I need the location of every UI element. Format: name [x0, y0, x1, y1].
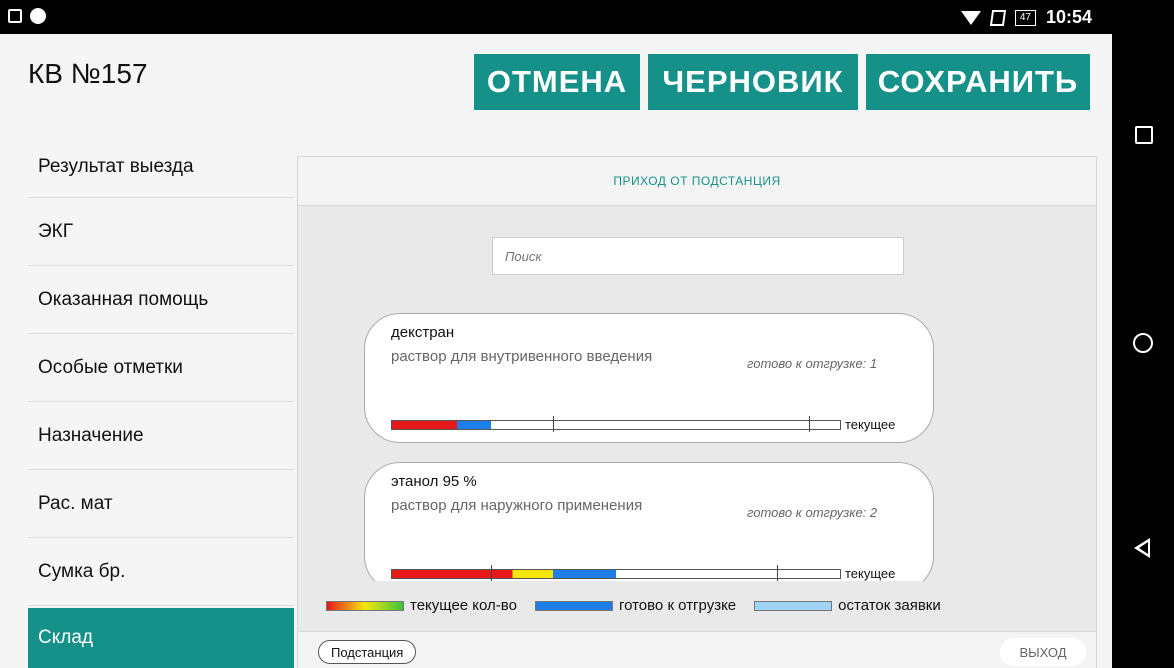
sidebar-item-bag[interactable]: Сумка бр. [28, 538, 294, 606]
item-description: раствор для внутривенного введения [391, 348, 653, 365]
item-ready-count: готово к отгрузке: 2 [747, 505, 878, 520]
ready-segment [457, 421, 491, 429]
item-description: раствор для наружного применения [391, 497, 643, 514]
sidebar-item-label: ЭКГ [38, 220, 74, 242]
item-ready-count: готово к отгрузке: 1 [747, 356, 878, 371]
dot-notification-icon [30, 8, 46, 24]
sidebar-item-warehouse[interactable]: Склад [28, 608, 294, 668]
panel-footer: Подстанция ВЫХОД [298, 631, 1096, 668]
bar-marker [809, 416, 810, 432]
legend-current-label: текущее кол-во [410, 597, 517, 614]
search-input[interactable] [492, 237, 904, 275]
cancel-button[interactable]: ОТМЕНА [474, 54, 640, 110]
sidebar: Результат выезда ЭКГ Оказанная помощь Ос… [28, 136, 294, 668]
item-list[interactable]: декстран раствор для внутривенного введе… [298, 297, 1096, 581]
stock-bar [391, 416, 841, 432]
sidebar-item-label: Особые отметки [38, 356, 183, 378]
status-bar: 47 10:54 [0, 0, 1112, 34]
sidebar-item-label: Рас. мат [38, 492, 113, 514]
substation-button[interactable]: Подстанция [318, 640, 417, 664]
sidebar-item-aid[interactable]: Оказанная помощь [28, 266, 294, 334]
sidebar-item-label: Склад [38, 627, 93, 648]
sidebar-item-label: Оказанная помощь [38, 288, 209, 310]
list-item[interactable]: декстран раствор для внутривенного введе… [364, 313, 934, 443]
navigation-bar [1112, 0, 1174, 668]
no-sim-icon [989, 9, 1006, 26]
ready-segment [553, 570, 616, 578]
wifi-icon [960, 10, 981, 25]
home-icon[interactable] [1133, 333, 1153, 353]
recent-apps-icon[interactable] [1135, 126, 1153, 144]
item-name: этанол 95 % [391, 473, 477, 490]
stock-bar [391, 565, 841, 581]
legend-remaining-label: остаток заявки [838, 597, 941, 614]
sidebar-item-result[interactable]: Результат выезда [28, 136, 294, 198]
sidebar-item-label: Результат выезда [38, 155, 194, 177]
legend-ready-swatch [534, 600, 613, 611]
battery-icon: 47 [1014, 9, 1036, 26]
back-icon[interactable] [1134, 538, 1150, 558]
main-panel: ПРИХОД ОТ ПОДСТАНЦИЯ декстран раствор дл… [297, 156, 1097, 668]
bar-label: текущее [845, 566, 896, 581]
current-segment [392, 570, 553, 578]
legend-remaining-swatch [754, 600, 833, 611]
clock: 10:54 [1045, 7, 1092, 27]
sidebar-item-prescription[interactable]: Назначение [28, 402, 294, 470]
exit-button[interactable]: ВЫХОД [1000, 638, 1086, 666]
bar-marker [777, 565, 778, 581]
page-title: КВ №157 [28, 58, 148, 89]
bar-marker [553, 416, 554, 432]
item-name: декстран [391, 324, 455, 341]
sidebar-item-notes[interactable]: Особые отметки [28, 334, 294, 402]
sidebar-item-ecg[interactable]: ЭКГ [28, 198, 294, 266]
current-segment [392, 421, 457, 429]
panel-title: ПРИХОД ОТ ПОДСТАНЦИЯ [298, 157, 1096, 206]
sidebar-item-materials[interactable]: Рас. мат [28, 470, 294, 538]
sidebar-item-label: Сумка бр. [38, 560, 126, 582]
bar-label: текущее [845, 417, 896, 432]
draft-button[interactable]: ЧЕРНОВИК [648, 54, 858, 110]
legend: текущее кол-во готово к отгрузке остаток… [326, 597, 959, 614]
image-notification-icon [8, 9, 22, 23]
legend-ready-label: готово к отгрузке [618, 597, 737, 614]
save-button[interactable]: СОХРАНИТЬ [866, 54, 1090, 110]
app-screen: 47 10:54 КВ №157 ОТМЕНА ЧЕРНОВИК СОХРАНИ… [0, 0, 1112, 668]
list-item[interactable]: этанол 95 % раствор для наружного примен… [364, 462, 934, 581]
bar-marker [491, 565, 492, 581]
sidebar-item-label: Назначение [38, 424, 144, 446]
legend-current-swatch [326, 600, 404, 611]
